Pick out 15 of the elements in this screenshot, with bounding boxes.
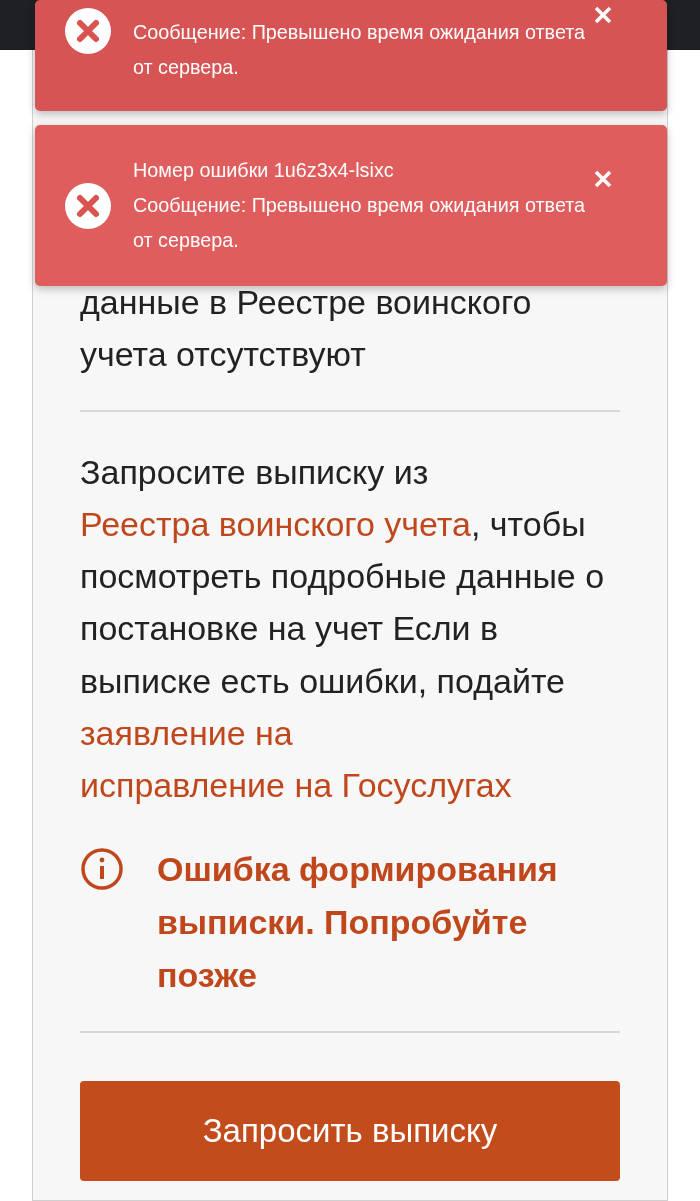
instructions-text: Запросите выписку из Реестра воинского учета, чтобы посмотреть подробные данные о постановке на учет Если в выписке есть ошибки, подайте заявление на исправление на Госуслугах — [80, 451, 606, 807]
status-text: данные в Реестре воинского учета отсутствуют — [80, 282, 533, 376]
toast-message: Сообщение: Превышено время ожидания ответа от сервера. — [133, 20, 587, 80]
toast-title: Номер ошибки 1u6z3x4-lsixc — [133, 158, 394, 183]
error-icon — [65, 8, 111, 54]
error-icon — [65, 182, 111, 229]
close-icon[interactable] — [593, 5, 613, 25]
link[interactable]: Реестра воинского учета — [80, 504, 471, 543]
info-icon — [80, 846, 124, 891]
toast-message: Сообщение: Превышено время ожидания ответа от сервера. — [133, 193, 587, 253]
error-message: Ошибка формирования выписки. Попробуйте позже — [157, 848, 559, 996]
request-button[interactable]: Запросить выписку — [80, 1080, 620, 1181]
link[interactable]: заявление на — [80, 714, 293, 753]
link[interactable]: исправление на Госуслугах — [80, 766, 512, 805]
close-icon[interactable] — [593, 169, 613, 189]
